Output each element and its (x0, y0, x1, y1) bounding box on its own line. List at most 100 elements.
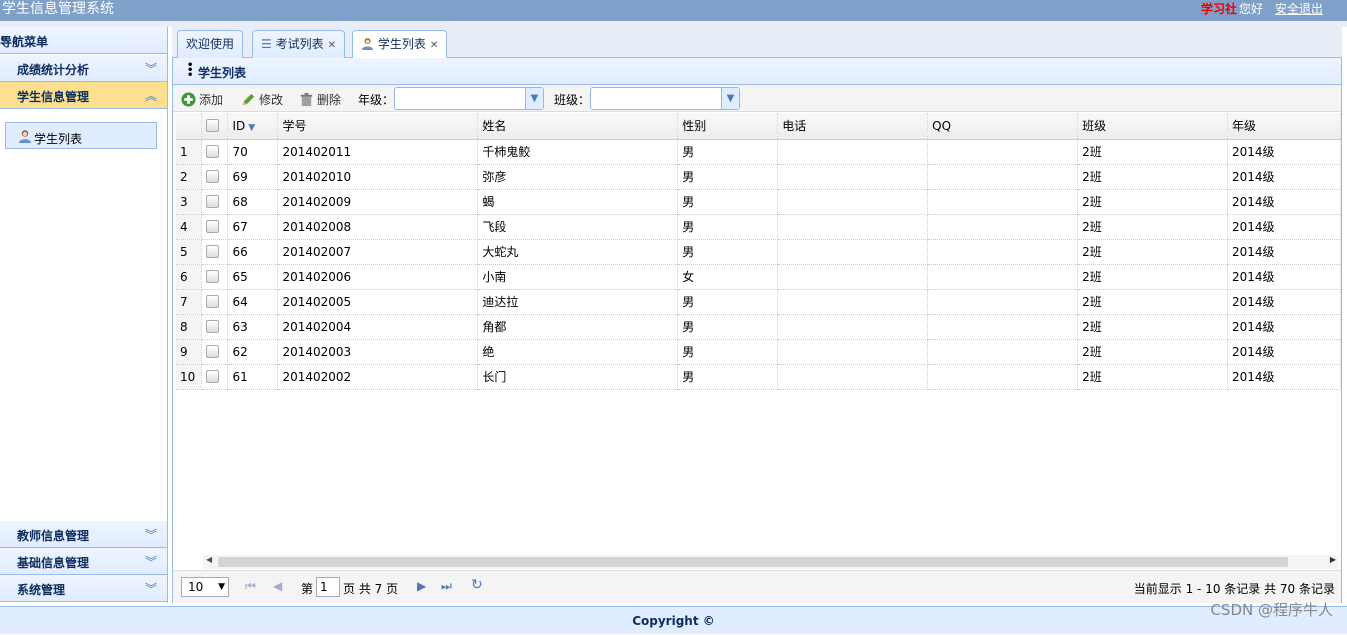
table-row[interactable]: 7 64 201402005 迪达拉男 2班 2014级 (176, 289, 1341, 315)
cell-sno: 201402006 (277, 264, 479, 290)
row-select-cell[interactable] (201, 139, 229, 165)
prev-page-icon[interactable]: ◀ (273, 579, 282, 593)
class-select[interactable]: ▼ (590, 87, 740, 110)
tab-welcome[interactable]: 欢迎使用 (177, 30, 244, 58)
column-header-class[interactable]: 班级 (1077, 113, 1228, 140)
table-row[interactable]: 9 62 201402003 绝男 2班 2014级 (176, 339, 1341, 365)
cell-sno: 201402004 (277, 314, 479, 340)
first-page-icon[interactable]: ⏮ (245, 579, 256, 594)
cell-phone (777, 289, 929, 315)
column-header-qq[interactable]: QQ (927, 113, 1079, 140)
row-checkbox[interactable] (206, 294, 220, 308)
tab-exam-list[interactable]: ☰ 考试列表 ✕ (252, 30, 345, 58)
select-all-checkbox[interactable] (206, 118, 220, 132)
select-all-header[interactable] (201, 113, 229, 140)
column-header-phone[interactable]: 电话 (777, 113, 929, 140)
cell-cls: 2班 (1077, 289, 1228, 315)
column-header-label: ID (232, 118, 246, 133)
delete-button[interactable]: 删除 (299, 91, 341, 108)
accordion-score-analysis[interactable]: 成绩统计分析 ︾ (0, 55, 167, 82)
page-prefix: 第 (301, 582, 314, 596)
horizontal-scrollbar[interactable]: ◀ ▶ (203, 555, 1338, 569)
accordion-teacher-management[interactable]: 教师信息管理 ︾ (0, 521, 167, 548)
tab-student-list[interactable]: 学生列表 ✕ (352, 30, 448, 59)
tab-label: 考试列表 (275, 37, 324, 51)
row-select-cell[interactable] (201, 364, 229, 390)
page-number-input[interactable]: 1 (316, 577, 340, 597)
app-title: 学生信息管理系统 (2, 1, 114, 17)
accordion-basic-info[interactable]: 基础信息管理 ︾ (0, 548, 167, 575)
table-row[interactable]: 1 70 201402011 千柿鬼鲛男 2班 2014级 (176, 139, 1341, 165)
cell-sex: 男 (677, 189, 779, 215)
column-header-sex[interactable]: 性别 (677, 113, 779, 140)
refresh-icon[interactable]: ↻ (471, 577, 483, 593)
cell-qq (927, 364, 1079, 390)
row-checkbox[interactable] (206, 369, 220, 383)
page-size-select[interactable]: 10 ▼ (181, 577, 229, 597)
row-checkbox[interactable] (206, 319, 220, 333)
cell-sno: 201402002 (277, 364, 479, 390)
cell-id: 69 (227, 164, 279, 190)
close-icon[interactable]: ✕ (328, 40, 336, 51)
row-checkbox[interactable] (206, 344, 220, 358)
row-checkbox[interactable] (206, 169, 220, 183)
chevron-down-icon[interactable]: ▼ (721, 88, 739, 109)
table-row[interactable]: 2 69 201402010 弥彦男 2班 2014级 (176, 164, 1341, 190)
row-checkbox[interactable] (206, 269, 220, 283)
cell-grade: 2014级 (1227, 314, 1341, 340)
row-select-cell[interactable] (201, 214, 229, 240)
logout-link[interactable]: 安全退出 (1275, 2, 1323, 16)
double-chevron-down-icon: ︾ (144, 528, 157, 542)
sidebar-item-student-list[interactable]: 学生列表 (5, 122, 157, 149)
column-header-student-no[interactable]: 学号 (277, 113, 479, 140)
cell-grade: 2014级 (1227, 264, 1341, 290)
row-checkbox[interactable] (206, 144, 220, 158)
top-bar: 学生信息管理系统 学习社 您好 安全退出 (0, 0, 1347, 21)
row-select-cell[interactable] (201, 339, 229, 365)
column-header-name[interactable]: 姓名 (477, 113, 679, 140)
row-select-cell[interactable] (201, 239, 229, 265)
scroll-right-icon[interactable]: ▶ (1330, 555, 1336, 564)
accordion-student-management[interactable]: 学生信息管理 ︽ (0, 82, 167, 109)
grade-select[interactable]: ▼ (394, 87, 544, 110)
row-checkbox[interactable] (206, 194, 220, 208)
cell-qq (927, 214, 1079, 240)
cell-grade: 2014级 (1227, 164, 1341, 190)
row-number-header (176, 113, 203, 140)
sidebar-item-label: 学生列表 (34, 132, 83, 146)
accordion-label: 系统管理 (17, 583, 66, 597)
collapse-sidebar-icon[interactable]: « (0, 31, 157, 47)
column-header-label: 班级 (1082, 119, 1107, 134)
edit-button[interactable]: 修改 (241, 91, 283, 108)
chevron-down-icon[interactable]: ▼ (525, 88, 543, 109)
scrollbar-thumb[interactable] (218, 557, 1288, 567)
row-select-cell[interactable] (201, 264, 229, 290)
cell-id: 70 (227, 139, 279, 165)
row-checkbox[interactable] (206, 244, 220, 258)
row-select-cell[interactable] (201, 189, 229, 215)
cell-sex: 男 (677, 164, 779, 190)
row-select-cell[interactable] (201, 314, 229, 340)
column-header-id[interactable]: ID ▼ (227, 113, 279, 140)
row-number: 2 (176, 164, 203, 190)
table-row[interactable]: 10 61 201402002 长门男 2班 2014级 (176, 364, 1341, 390)
row-select-cell[interactable] (201, 164, 229, 190)
table-row[interactable]: 3 68 201402009 蝎男 2班 2014级 (176, 189, 1341, 215)
scroll-left-icon[interactable]: ◀ (206, 555, 212, 564)
accordion-system-management[interactable]: 系统管理 ︾ (0, 575, 167, 602)
last-page-icon[interactable]: ⏭ (441, 579, 452, 594)
table-row[interactable]: 4 67 201402008 飞段男 2班 2014级 (176, 214, 1341, 240)
cell-id: 68 (227, 189, 279, 215)
double-chevron-up-icon: ︽ (144, 89, 157, 103)
close-icon[interactable]: ✕ (430, 40, 438, 51)
add-button[interactable]: 添加 (181, 91, 223, 108)
row-select-cell[interactable] (201, 289, 229, 315)
column-header-grade[interactable]: 年级 (1227, 113, 1341, 140)
cell-sex: 男 (677, 214, 779, 240)
tab-strip: 欢迎使用 ☰ 考试列表 ✕ 学生列表 ✕ (172, 27, 1342, 59)
row-checkbox[interactable] (206, 219, 220, 233)
next-page-icon[interactable]: ▶ (417, 579, 426, 593)
table-row[interactable]: 5 66 201402007 大蛇丸男 2班 2014级 (176, 239, 1341, 265)
table-row[interactable]: 8 63 201402004 角都男 2班 2014级 (176, 314, 1341, 340)
table-row[interactable]: 6 65 201402006 小南女 2班 2014级 (176, 264, 1341, 290)
